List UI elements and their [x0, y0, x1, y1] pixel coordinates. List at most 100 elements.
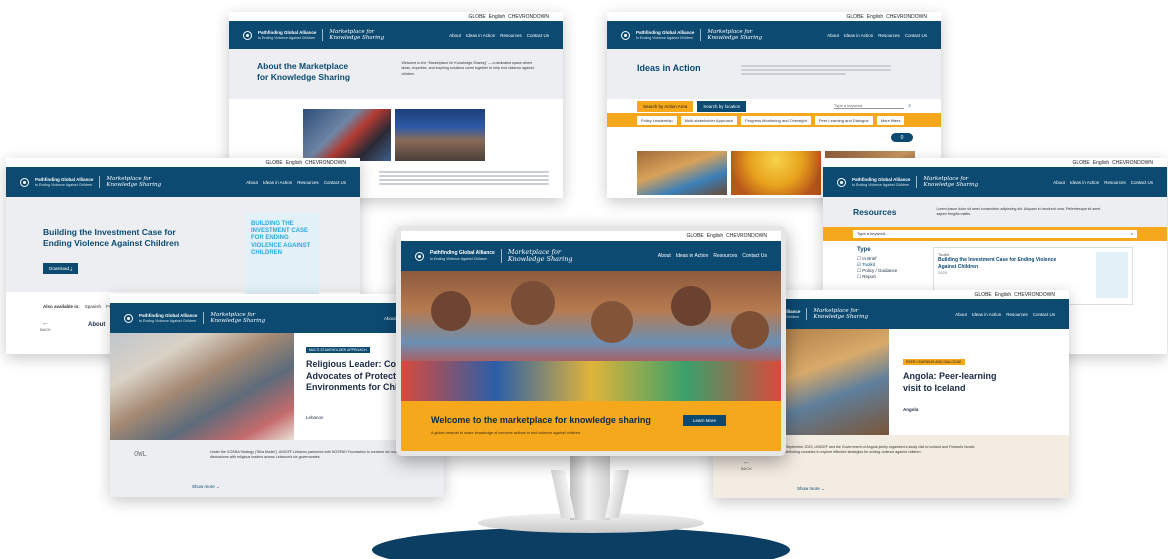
site-header: Pathfinding Global Allianceto Ending Vio…	[823, 167, 1167, 197]
language-label[interactable]: English	[489, 14, 505, 20]
product-name-l2: Knowledge Sharing	[210, 318, 266, 324]
language-label[interactable]: English	[286, 160, 302, 166]
chevron-down-icon[interactable]: CHEVRONDOWN	[886, 14, 927, 20]
globe-icon[interactable]: GLOBE	[687, 233, 704, 239]
logo-icon	[20, 177, 29, 187]
product-name-l2: Knowledge Sharing	[707, 35, 763, 41]
globe-icon[interactable]: GLOBE	[469, 14, 486, 20]
chevron-down-icon[interactable]: CHEVRONDOWN	[508, 14, 549, 20]
learn-more-button[interactable]: Learn More	[683, 415, 727, 426]
product-name-l2: Knowledge Sharing	[923, 182, 979, 188]
brand[interactable]: Pathfinding Global Allianceto Ending Vio…	[837, 175, 979, 189]
tab-action-area[interactable]: Search by Action Area	[637, 100, 694, 112]
nav-contact[interactable]: Contact Us	[905, 33, 927, 38]
nav-resources[interactable]: Resources	[500, 33, 522, 38]
resources-title: Resources	[853, 207, 897, 217]
language-label[interactable]: English	[995, 292, 1011, 298]
chip-multi[interactable]: Multi-stakeholder Approach	[680, 115, 738, 125]
resources-desc: Lorem ipsum dolor sit amet consectetur a…	[936, 206, 1101, 216]
download-button[interactable]: Download ⤓	[43, 263, 79, 274]
nav-contact[interactable]: Contact Us	[742, 253, 767, 259]
nav-contact[interactable]: Contact Us	[1131, 180, 1153, 185]
also-available-label: Also available in:	[43, 304, 80, 309]
brand[interactable]: Pathfinding Global Allianceto Ending Vio…	[20, 175, 162, 189]
nav-ideas[interactable]: Ideas in Action	[1070, 180, 1099, 185]
more-filters-button[interactable]: More filters	[876, 115, 905, 125]
religious-title-l1: Religious Leader: Com	[306, 359, 405, 369]
nav-resources[interactable]: Resources	[1006, 312, 1028, 317]
nav-resources[interactable]: Resources	[878, 33, 900, 38]
globe-icon[interactable]: GLOBE	[847, 14, 864, 20]
about-title-l1: About the Marketplace	[257, 61, 349, 71]
religious-title-l3: Environments for Child	[306, 382, 406, 393]
investment-title-l2: Ending Violence Against Children	[43, 238, 180, 249]
nav-about[interactable]: About	[246, 180, 258, 185]
religious-leaders-photo	[110, 333, 294, 440]
nav-contact[interactable]: Contact Us	[1033, 312, 1055, 317]
product-name-l2: Knowledge Sharing	[813, 314, 869, 320]
resources-search-input[interactable]: Type a keyword... ⌕	[853, 230, 1137, 238]
nav-about[interactable]: About	[384, 316, 396, 321]
brand[interactable]: Pathfinding Global Allianceto Ending Vio…	[415, 248, 573, 264]
cover-title: BUILDING THE INVESTMENT CASE FOR ENDING …	[251, 221, 311, 256]
back-link[interactable]: ← BACK	[40, 320, 51, 332]
logo-icon	[124, 313, 133, 323]
nav-about[interactable]: About	[955, 312, 967, 317]
show-more-link[interactable]: Show more ⌄	[192, 484, 220, 490]
language-label[interactable]: English	[867, 14, 883, 20]
nav-contact[interactable]: Contact Us	[324, 180, 346, 185]
location-label: Angola	[903, 407, 919, 412]
org-tagline: to Ending Violence Against Children	[430, 256, 488, 261]
nav-about[interactable]: About	[449, 33, 461, 38]
event-photo-audience	[395, 109, 485, 161]
hero-title: Welcome to the marketplace for knowledge…	[431, 415, 651, 425]
nav-ideas[interactable]: Ideas in Action	[972, 312, 1001, 317]
nav-resources[interactable]: Resources	[297, 180, 319, 185]
result-title: Building the Investment Case for Ending …	[938, 257, 1057, 270]
chevron-down-icon[interactable]: CHEVRONDOWN	[1014, 292, 1055, 298]
chip-progress[interactable]: Progress Monitoring and Oversight	[741, 115, 811, 125]
globe-icon[interactable]: GLOBE	[975, 292, 992, 298]
nav-about[interactable]: About	[827, 33, 839, 38]
search-icon[interactable]: ⌕	[908, 103, 911, 109]
product-name-l2: Knowledge Sharing	[106, 182, 162, 188]
chip-policy[interactable]: Policy Leadership	[637, 115, 677, 125]
religious-body: Under the GOSNA Strategy ('Shia Model'),…	[210, 450, 408, 460]
nav-ideas[interactable]: Ideas in Action	[466, 33, 495, 38]
nav-ideas[interactable]: Ideas in Action	[263, 180, 292, 185]
nav-about[interactable]: About	[1053, 180, 1065, 185]
hero-banner: Welcome to the marketplace for knowledge…	[401, 401, 781, 451]
classroom-photo	[637, 151, 727, 195]
nav-resources[interactable]: Resources	[713, 253, 737, 259]
chevron-down-icon[interactable]: CHEVRONDOWN	[1112, 160, 1153, 166]
nav-resources[interactable]: Resources	[1104, 180, 1126, 185]
brand[interactable]: Pathfinding Global Allianceto Ending Vio…	[124, 311, 266, 325]
chevron-down-icon[interactable]: CHEVRONDOWN	[305, 160, 346, 166]
globe-icon[interactable]: GLOBE	[1073, 160, 1090, 166]
nav-about[interactable]: About	[658, 253, 671, 259]
nav-ideas[interactable]: Ideas in Action	[676, 253, 709, 259]
globe-icon[interactable]: GLOBE	[266, 160, 283, 166]
category-tag: PEER LEARNING AND DIALOGUE	[903, 359, 965, 365]
arrow-left-icon: ←	[41, 320, 49, 327]
keyword-input[interactable]: Type a keyword	[834, 103, 905, 109]
partner-logo: OWL	[134, 450, 147, 458]
logo-icon	[621, 30, 630, 40]
main-menu: About Ideas in Action Resources Contact …	[1053, 180, 1153, 185]
tab-location[interactable]: Search by location	[697, 100, 747, 112]
results-count: 0	[891, 133, 913, 142]
language-label[interactable]: English	[707, 233, 723, 239]
nav-ideas[interactable]: Ideas in Action	[844, 33, 873, 38]
chevron-down-icon[interactable]: CHEVRONDOWN	[726, 233, 767, 239]
option-report[interactable]: ☐ Report	[857, 274, 919, 280]
language-label[interactable]: English	[1093, 160, 1109, 166]
nav-contact[interactable]: Contact Us	[527, 33, 549, 38]
brand[interactable]: Pathfinding Global Allianceto Ending Vio…	[243, 28, 384, 42]
lang-spanish[interactable]: Spanish	[85, 304, 101, 309]
angola-title-l1: Angola: Peer-learning	[903, 371, 997, 381]
search-icon[interactable]: ⌕	[1131, 231, 1133, 237]
chip-peer[interactable]: Peer Learning and Dialogue	[814, 115, 873, 125]
show-more-link[interactable]: Show more ⌄	[797, 486, 825, 492]
brand[interactable]: Pathfinding Global Allianceto Ending Vio…	[621, 28, 763, 42]
logo-icon	[837, 177, 846, 187]
